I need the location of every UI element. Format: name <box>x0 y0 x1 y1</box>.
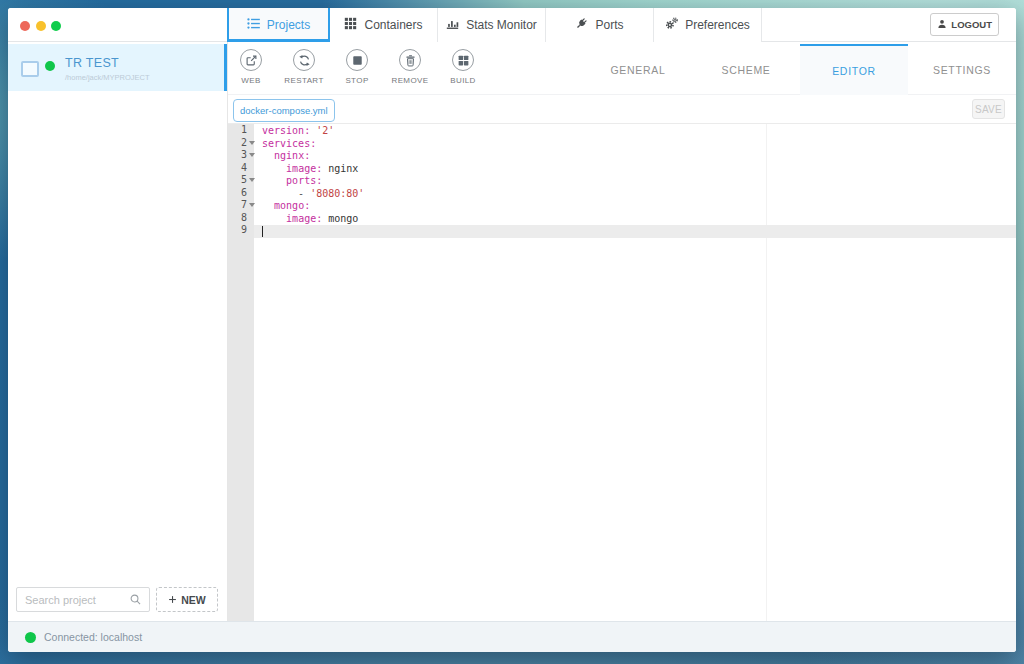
line-number: 4 <box>228 162 254 175</box>
code-line <box>262 225 364 238</box>
project-name: TR TEST <box>65 56 119 70</box>
action-restart-button[interactable]: RESTART <box>277 49 331 85</box>
code-line: nginx: <box>262 150 364 163</box>
nav-tab-ports[interactable]: Ports <box>546 8 654 42</box>
logout-label: LOGOUT <box>951 19 992 30</box>
window-titlebar: Projects Containers Stats Monitor Ports Pref… <box>8 8 1016 42</box>
project-status-dot <box>45 61 55 71</box>
refresh-icon <box>298 54 311 67</box>
code-line: - '8080:80' <box>262 188 364 201</box>
line-number: 7 <box>228 199 254 212</box>
code-line: services: <box>262 138 364 151</box>
user-icon <box>937 19 947 31</box>
code-line: ports: <box>262 175 364 188</box>
nav-tab-label: Containers <box>364 18 422 32</box>
status-bar: Connected: localhost <box>8 621 1016 652</box>
window-minimize-button[interactable] <box>36 21 46 31</box>
save-label: SAVE <box>975 104 1002 115</box>
nav-tab-label: Stats Monitor <box>466 18 537 32</box>
nav-tab-stats-monitor[interactable]: Stats Monitor <box>438 8 546 42</box>
code-editor[interactable]: 123456789 version: '2'services: nginx: i… <box>228 124 1016 621</box>
line-number: 9 <box>228 224 254 237</box>
project-search <box>16 587 150 612</box>
code-line: image: nginx <box>262 163 364 176</box>
project-subtabs: GENERALSCHEMEEDITORSETTINGS <box>584 44 1016 95</box>
editor-gutter: 123456789 <box>228 124 254 621</box>
nav-tab-label: Projects <box>267 18 310 32</box>
logout-button[interactable]: LOGOUT <box>930 13 999 36</box>
line-number: 3 <box>228 149 254 162</box>
action-label: WEB <box>241 76 260 85</box>
line-number: 6 <box>228 187 254 200</box>
plug-icon <box>575 17 588 33</box>
editor-code: version: '2'services: nginx: image: ngin… <box>262 125 364 238</box>
save-button[interactable]: SAVE <box>972 99 1005 119</box>
file-tab-bar: docker-compose.yml SAVE <box>228 95 1016 124</box>
project-toolbar: WEB RESTART STOP REMOVE BUILD GENERALSCHEMEE… <box>228 42 1016 95</box>
project-sidebar: TR TEST /home/jack/MYPROJECT NEW <box>8 42 227 621</box>
nav-tab-label: Preferences <box>685 18 750 32</box>
main-panel: WEB RESTART STOP REMOVE BUILD GENERALSCHEMEE… <box>227 42 1016 621</box>
subtab-settings[interactable]: SETTINGS <box>908 44 1016 95</box>
action-label: RESTART <box>284 76 323 85</box>
code-line: version: '2' <box>262 125 364 138</box>
plus-icon <box>168 594 177 606</box>
grid-icon <box>344 17 357 33</box>
nav-tab-projects[interactable]: Projects <box>227 8 330 42</box>
editor-vertical-rule <box>766 124 767 621</box>
subtab-general[interactable]: GENERAL <box>584 44 692 95</box>
subtab-editor[interactable]: EDITOR <box>800 44 908 95</box>
fold-arrow-icon[interactable] <box>249 203 255 207</box>
new-project-button[interactable]: NEW <box>156 587 218 612</box>
fold-arrow-icon[interactable] <box>249 141 255 145</box>
line-number: 8 <box>228 212 254 225</box>
action-label: REMOVE <box>391 76 428 85</box>
connection-status-text: Connected: localhost <box>44 631 142 643</box>
project-checkbox[interactable] <box>21 61 39 77</box>
chart-icon <box>446 17 459 33</box>
text-cursor <box>262 226 263 237</box>
app-window: Projects Containers Stats Monitor Ports Pref… <box>8 8 1016 652</box>
action-label: STOP <box>345 76 368 85</box>
new-project-label: NEW <box>181 594 206 606</box>
cogs-icon <box>665 17 678 33</box>
project-path: /home/jack/MYPROJECT <box>65 73 150 82</box>
fold-arrow-icon[interactable] <box>249 153 255 157</box>
list-icon <box>247 17 260 33</box>
th-large-icon <box>457 54 470 67</box>
project-list-item[interactable]: TR TEST /home/jack/MYPROJECT <box>8 44 227 91</box>
action-stop-button[interactable]: STOP <box>330 49 384 85</box>
action-build-button[interactable]: BUILD <box>436 49 490 85</box>
code-line: image: mongo <box>262 213 364 226</box>
window-close-button[interactable] <box>20 21 30 31</box>
fold-arrow-icon[interactable] <box>249 178 255 182</box>
window-maximize-button[interactable] <box>51 21 61 31</box>
main-nav: Projects Containers Stats Monitor Ports Pref… <box>227 8 762 42</box>
connection-status-dot <box>25 632 36 643</box>
action-remove-button[interactable]: REMOVE <box>383 49 437 85</box>
external-link-icon <box>245 54 258 67</box>
line-number: 2 <box>228 137 254 150</box>
trash-icon <box>404 54 417 67</box>
line-number: 1 <box>228 124 254 137</box>
action-web-button[interactable]: WEB <box>224 49 278 85</box>
nav-tab-label: Ports <box>595 18 623 32</box>
file-tab[interactable]: docker-compose.yml <box>233 99 335 122</box>
editor-active-line <box>254 225 1016 238</box>
search-input[interactable] <box>25 588 125 611</box>
file-tab-label: docker-compose.yml <box>240 105 328 116</box>
nav-tab-preferences[interactable]: Preferences <box>654 8 762 42</box>
stop-icon <box>351 54 364 67</box>
subtab-scheme[interactable]: SCHEME <box>692 44 800 95</box>
action-label: BUILD <box>450 76 476 85</box>
code-line: mongo: <box>262 200 364 213</box>
line-number: 5 <box>228 174 254 187</box>
nav-tab-containers[interactable]: Containers <box>330 8 438 42</box>
